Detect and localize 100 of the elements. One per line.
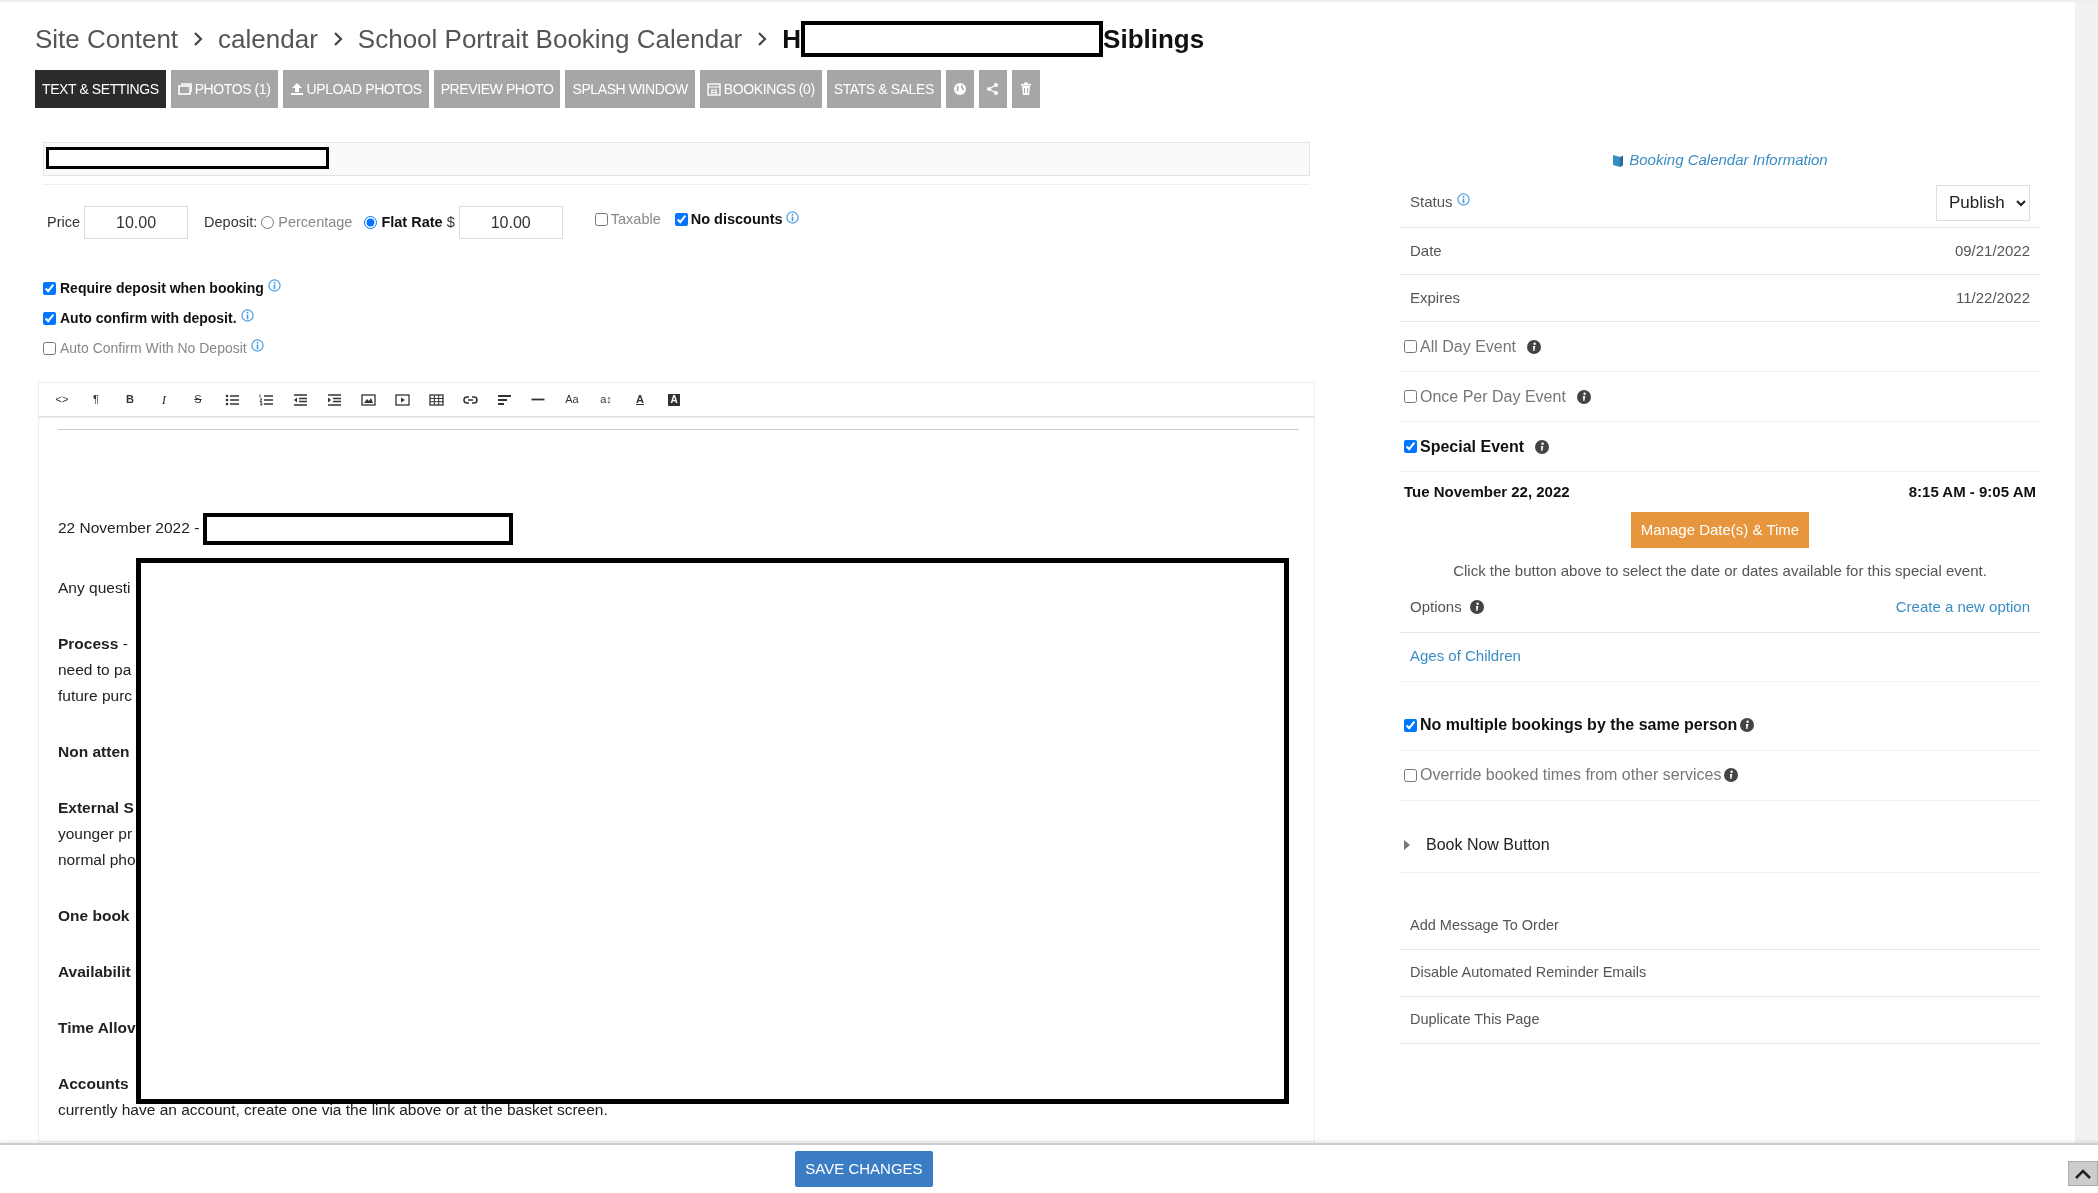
paragraph-text: Any questi <box>58 579 131 596</box>
toolbar-button[interactable]: B <box>113 387 147 412</box>
book-icon <box>1612 153 1625 168</box>
price-field[interactable]: 10.00 <box>84 206 189 239</box>
checkbox[interactable] <box>1404 768 1417 782</box>
toolbar-button[interactable]: <> <box>45 387 79 412</box>
toolbar-button[interactable]: S <box>181 387 215 412</box>
info-icon <box>1535 439 1550 454</box>
toolbar-button[interactable]: Aa <box>555 387 589 412</box>
info-icon <box>1469 600 1484 614</box>
info-icon <box>267 279 281 292</box>
name-field[interactable] <box>43 142 1310 176</box>
options-label: Options <box>1410 596 1462 617</box>
checkbox[interactable] <box>43 311 56 325</box>
radio-button[interactable] <box>261 216 275 229</box>
radio-button[interactable] <box>364 216 378 229</box>
globe-button[interactable] <box>945 70 974 108</box>
info-icon <box>1456 193 1470 206</box>
info-icon <box>1527 339 1542 354</box>
toolbar-button[interactable]: I <box>147 387 181 412</box>
checkbox[interactable] <box>1404 718 1417 732</box>
checkbox[interactable] <box>1404 340 1417 353</box>
numbered-list-icon <box>258 392 274 407</box>
page-title: Siblings <box>1103 22 1205 56</box>
paragraph-text: Non atten <box>58 743 130 760</box>
currency-symbol: $ <box>446 212 455 232</box>
info-icon <box>1724 768 1739 782</box>
checkbox[interactable] <box>674 213 688 226</box>
chevron-icon <box>756 31 769 47</box>
checkbox[interactable] <box>43 341 56 355</box>
share-button[interactable] <box>978 70 1007 108</box>
breadcrumb-link[interactable]: Site Content <box>35 19 179 59</box>
page-title: H <box>782 22 802 56</box>
checkbox-label: Auto confirm with deposit. <box>60 308 237 328</box>
info-link[interactable]: Booking Calendar Information <box>1629 151 1828 168</box>
paragraph-text: 22 November 2022 - <box>58 519 200 537</box>
checkbox[interactable] <box>594 213 608 226</box>
field-label: Date <box>1410 240 1442 261</box>
checkbox-label: Once Per Day Event <box>1420 386 1566 407</box>
toolbar-button[interactable]: a↕ <box>589 387 623 412</box>
scroll-to-top-button[interactable] <box>2068 1161 2098 1186</box>
info-icon <box>250 339 264 352</box>
checkbox-label: All Day Event <box>1420 336 1517 357</box>
info-icon <box>1740 718 1755 732</box>
image-icon <box>360 392 376 407</box>
paragraph-text: younger pr <box>58 825 133 842</box>
option-label: Percentage <box>278 212 353 232</box>
paragraph-text: need to pa <box>58 661 132 678</box>
option-link[interactable]: Ages of Children <box>1410 645 1521 668</box>
paragraph-text: future purc <box>58 687 133 704</box>
horizontal-rule-icon <box>531 398 545 401</box>
status-dropdown[interactable]: Publish <box>1936 184 2030 221</box>
toolbar-button[interactable]: A <box>657 387 691 412</box>
trash-icon <box>1018 82 1033 96</box>
checkbox[interactable] <box>1404 440 1417 453</box>
upload-icon <box>289 82 304 96</box>
create-option-link[interactable]: Create a new option <box>1895 595 2030 619</box>
share-icon <box>985 82 1000 96</box>
action-link[interactable]: Duplicate This Page <box>1410 1008 1540 1031</box>
tab[interactable]: TEXT & SETTINGS <box>35 70 166 108</box>
globe-icon <box>952 82 967 96</box>
action-link[interactable]: Add Message To Order <box>1410 914 1559 937</box>
info-icon <box>1576 389 1591 404</box>
action-link[interactable]: Disable Automated Reminder Emails <box>1410 961 1647 984</box>
checkbox[interactable] <box>43 281 56 295</box>
price-label: Price <box>47 212 81 232</box>
toolbar-button[interactable]: A <box>623 387 657 412</box>
photos-icon <box>177 82 192 96</box>
trash-button[interactable] <box>1011 70 1040 108</box>
paragraph-text: Time Allov <box>58 1019 136 1036</box>
toolbar-button[interactable]: ¶ <box>79 387 113 412</box>
deposit-amount-field[interactable]: 10.00 <box>458 206 563 239</box>
chevron-icon <box>331 31 344 47</box>
save-changes-button[interactable]: SAVE CHANGES <box>795 1151 933 1187</box>
calendar-icon <box>706 82 721 96</box>
field-value: 09/21/2022 <box>1954 240 2030 261</box>
paragraph-text: Accounts <box>58 1075 129 1092</box>
field-label: Expires <box>1410 287 1461 308</box>
checkbox[interactable] <box>1404 390 1417 403</box>
video-icon <box>394 392 410 407</box>
paragraph-text: One book <box>58 907 130 924</box>
section-toggle[interactable]: Book Now Button <box>1426 833 1550 857</box>
align-left-icon <box>496 392 512 407</box>
event-date: Tue November 22, 2022 <box>1404 481 1570 502</box>
hint-text: Click the button above to select the date or dates available for this special event. <box>1452 561 1988 581</box>
bullet-list-icon <box>224 392 240 407</box>
paragraph-text: External S <box>58 799 134 816</box>
status-label: Status <box>1410 192 1453 213</box>
option-label: Flat Rate <box>381 212 443 232</box>
field-value: 11/22/2022 <box>1956 287 2030 308</box>
checkbox-label: Special Event <box>1420 436 1525 457</box>
checkbox-label: No discounts <box>690 209 783 229</box>
breadcrumb-link[interactable]: calendar <box>218 19 318 59</box>
info-icon <box>240 309 254 322</box>
breadcrumb-link[interactable]: School Portrait Booking Calendar <box>357 19 743 59</box>
indent-icon <box>326 392 342 407</box>
chevron-up-icon <box>2075 1168 2091 1179</box>
chevron-icon <box>192 31 205 47</box>
checkbox-label: Require deposit when booking <box>60 278 264 298</box>
checkbox-label: No multiple bookings by the same person <box>1420 715 1738 735</box>
